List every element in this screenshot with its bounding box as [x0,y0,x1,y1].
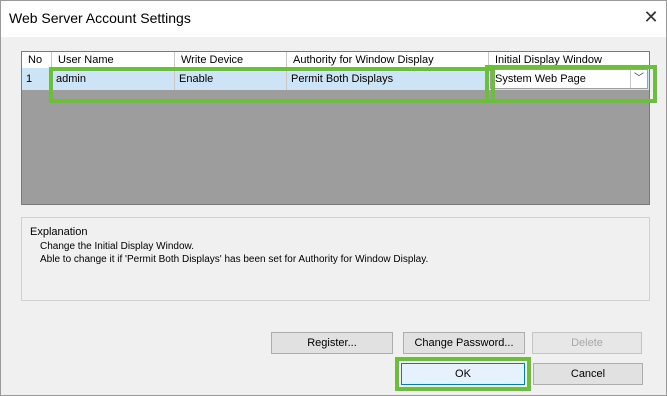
column-header-initial-display-window[interactable]: Initial Display Window [489,52,649,68]
explanation-line-2: Able to change it if 'Permit Both Displa… [40,254,429,265]
table-row[interactable]: 1 admin Enable Permit Both Displays Syst… [22,68,649,90]
ok-button[interactable]: OK [401,363,525,385]
web-server-account-settings-dialog: Web Server Account Settings ✕ No User Na… [0,0,667,396]
grid-header: No User Name Write Device Authority for … [22,52,649,68]
title-bar: Web Server Account Settings ✕ [1,1,666,37]
explanation-line-1: Change the Initial Display Window. [40,241,194,252]
register-button[interactable]: Register... [271,332,393,354]
delete-button[interactable]: Delete [532,332,642,354]
column-header-user-name[interactable]: User Name [52,52,175,68]
window-title: Web Server Account Settings [9,10,191,26]
cell-user-name[interactable]: admin [52,68,175,90]
initial-display-window-select[interactable]: System Web Page ﹀ [490,69,648,89]
column-header-no[interactable]: No [22,52,52,68]
cell-authority[interactable]: Permit Both Displays [287,68,489,90]
initial-display-window-value: System Web Page [495,73,586,85]
account-grid: No User Name Write Device Authority for … [21,51,650,205]
explanation-title: Explanation [30,226,88,238]
column-header-write-device[interactable]: Write Device [175,52,287,68]
explanation-panel: Explanation Change the Initial Display W… [21,217,650,301]
cell-write-device[interactable]: Enable [175,68,287,90]
change-password-button[interactable]: Change Password... [403,332,525,354]
cell-no: 1 [22,68,52,90]
close-icon[interactable]: ✕ [642,8,660,28]
cancel-button[interactable]: Cancel [533,363,643,385]
column-header-authority[interactable]: Authority for Window Display [287,52,489,68]
chevron-down-icon[interactable]: ﹀ [630,70,647,88]
